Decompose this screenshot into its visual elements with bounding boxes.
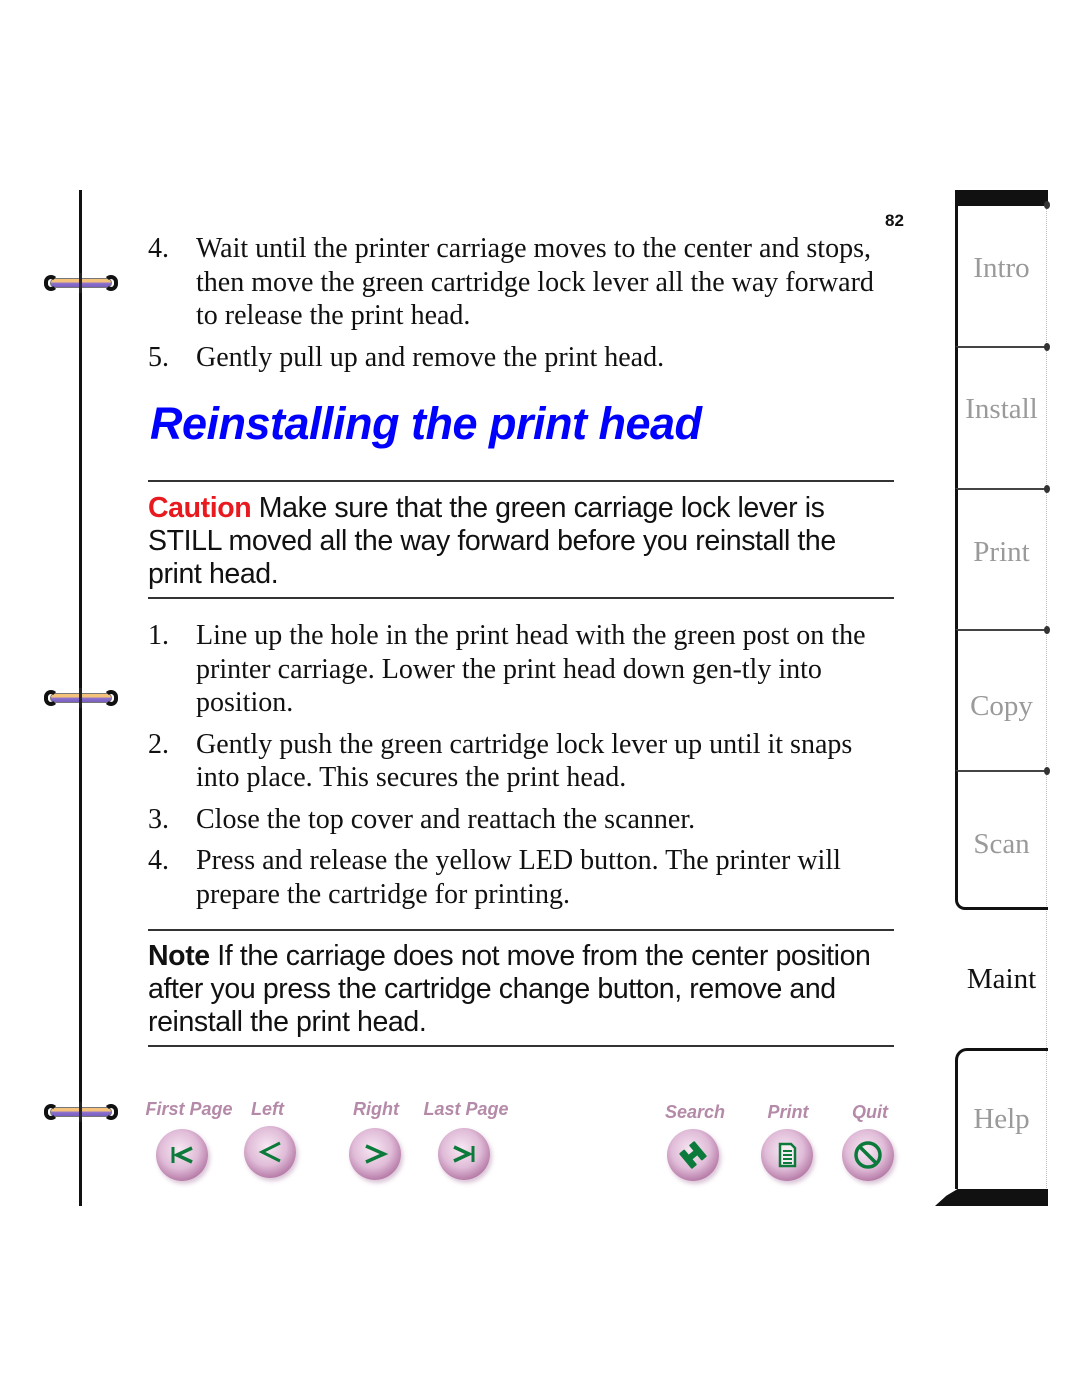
step-text: Gently push the green cartridge lock lev… [196,728,853,794]
step-number: 2. [148,728,169,760]
divider [148,597,894,599]
tab-copy[interactable]: Copy [955,690,1048,723]
step-number: 4. [148,845,169,876]
print-button[interactable]: Print [758,1102,818,1187]
last-page-button[interactable]: Last Page [418,1099,514,1184]
step-number: 5. [148,341,169,373]
document-icon [778,1142,797,1168]
last-page-label: Last Page [423,1099,509,1119]
first-page-label: First Page [145,1099,233,1119]
tab-print[interactable]: Print [955,536,1048,569]
step-text: Gently pull up and remove the print head… [196,341,665,373]
tab-maint[interactable]: Maint [955,963,1048,996]
quit-button[interactable]: Quit [840,1102,900,1187]
print-label: Print [767,1102,809,1122]
right-label: Right [353,1099,399,1119]
first-page-button[interactable]: First Page [139,1099,239,1184]
divider [148,480,894,482]
section-title: Reinstalling the print head [150,398,702,449]
quit-label: Quit [852,1102,888,1122]
steps-after: 1. Line up the hole in the print head wit… [148,619,894,919]
note-callout: Note If the carriage does not move from … [148,940,894,1039]
tab-help-frame [955,1048,1048,1189]
binder-ring [44,688,118,708]
search-button[interactable]: Search [660,1102,730,1187]
last-page-icon [453,1145,475,1163]
right-arrow-icon [365,1144,389,1164]
tab-scan[interactable]: Scan [955,828,1048,861]
caution-text: Make sure that the green carriage lock l… [148,492,836,590]
left-label: Left [251,1099,284,1119]
list-item: 4. Press and release the yellow LED butto… [148,844,894,911]
divider [148,929,894,931]
left-button[interactable]: Left [243,1099,303,1184]
page-number: 82 [885,211,904,230]
first-page-icon [171,1146,193,1164]
no-entry-icon [854,1141,882,1169]
right-button[interactable]: Right [346,1099,406,1184]
step-number: 4. [148,233,169,264]
list-item: 5. Gently pull up and remove the print he… [148,341,894,375]
tab-scan-bottom-edge [955,865,1048,910]
tab-intro[interactable]: Intro [955,252,1048,285]
note-text: If the carriage does not move from the c… [148,940,871,1038]
list-item: 4. Wait until the printer carriage moves … [148,232,894,333]
caution-callout: Caution Make sure that the green carriag… [148,492,894,591]
step-number: 1. [148,620,169,651]
step-text: Close the top cover and reattach the sca… [196,803,696,835]
caution-label: Caution [148,492,252,524]
list-item: 2. Gently push the green cartridge lock l… [148,728,894,795]
list-item: 1. Line up the hole in the print head wit… [148,619,894,720]
tab-bar-bottom [935,1189,1048,1206]
binder-ring [44,1102,118,1122]
tab-install[interactable]: Install [955,393,1048,426]
step-text: Press and release the yellow LED button.… [196,845,841,910]
binder-ring [44,273,118,293]
step-number: 3. [148,803,169,835]
step-text: Wait until the printer carriage moves to… [196,233,874,331]
left-arrow-icon [258,1141,281,1163]
binoculars-icon [679,1141,707,1169]
note-label: Note [148,940,210,972]
steps-before: 4. Wait until the printer carriage moves … [148,232,894,382]
list-item: 3. Close the top cover and reattach the s… [148,803,894,837]
divider [148,1045,894,1047]
step-text: Line up the hole in the print head with … [196,620,866,718]
search-label: Search [664,1102,726,1122]
